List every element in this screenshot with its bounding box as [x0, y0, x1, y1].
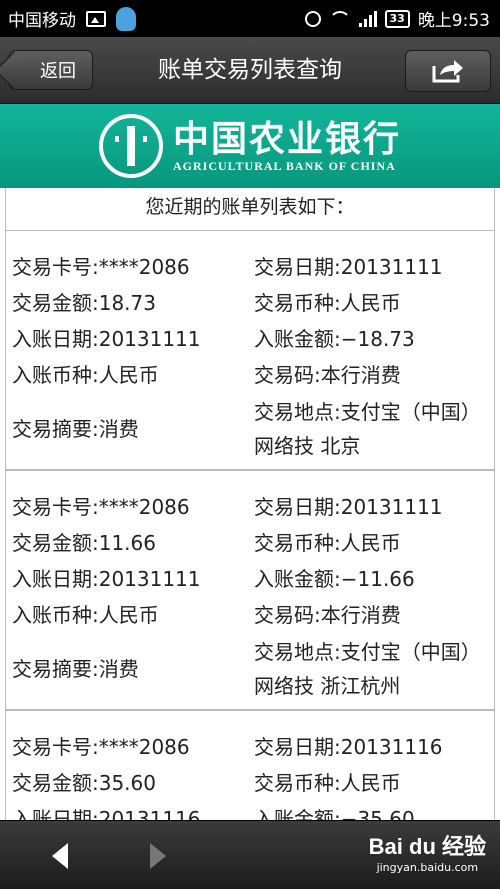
share-icon [432, 60, 463, 83]
watermark-brand: Bai du 经验 [368, 834, 486, 859]
watermark-url: jingyan.baidu.com [376, 861, 479, 874]
bill-record: 交易卡号:****2086 交易日期:20131111 交易金额:18.73 交… [5, 230, 495, 470]
qq-icon [116, 6, 136, 31]
card-number: 交易卡号:****2086 [12, 255, 190, 279]
transaction-amount: 交易金额:18.73 [12, 291, 156, 315]
card-number: 交易卡号:****2086 [12, 495, 190, 519]
bank-name: 中国农业银行 AGRICULTURAL BANK OF CHINA [173, 119, 401, 174]
transaction-date: 交易日期:20131116 [254, 735, 443, 759]
transaction-amount: 交易金额:35.60 [12, 771, 156, 795]
alarm-icon [304, 10, 321, 27]
transaction-currency: 交易币种:人民币 [254, 531, 401, 555]
transaction-code: 交易码:本行消费 [254, 363, 401, 387]
title-bar: 返回 账单交易列表查询 [0, 37, 500, 104]
transaction-date: 交易日期:20131111 [254, 495, 443, 519]
transaction-summary: 交易摘要:消费 [12, 417, 139, 441]
posting-amount: 入账金额:−35.60 [254, 807, 415, 820]
bank-banner: 中国农业银行 AGRICULTURAL BANK OF CHINA [0, 104, 500, 188]
page-title: 账单交易列表查询 [158, 57, 342, 83]
transaction-location: 交易地点:支付宝（中国）网络技 北京 [254, 400, 481, 458]
nav-back-icon[interactable] [52, 843, 68, 869]
status-bar: 中国移动 33 晚上9:53 [0, 0, 500, 37]
card-number: 交易卡号:****2086 [12, 735, 190, 759]
posting-currency: 入账币种:人民币 [12, 363, 159, 387]
transaction-currency: 交易币种:人民币 [254, 771, 401, 795]
baidu-jingyan-watermark: Bai du 经验 jingyan.baidu.com [369, 829, 486, 874]
signal-icon [358, 10, 377, 27]
transaction-code: 交易码:本行消费 [254, 603, 401, 627]
nav-forward-icon[interactable] [150, 843, 166, 869]
bill-record: 交易卡号:****2086 交易日期:20131111 交易金额:11.66 交… [5, 470, 495, 710]
bank-name-cn: 中国农业银行 [172, 117, 401, 160]
carrier-name: 中国移动 [8, 11, 76, 31]
list-intro: 您近期的账单列表如下： [5, 188, 495, 231]
share-button[interactable] [405, 50, 491, 92]
bottom-nav-bar: Bai du 经验 jingyan.baidu.com [0, 820, 500, 889]
transaction-amount: 交易金额:11.66 [12, 531, 156, 555]
posting-date: 入账日期:20131111 [12, 327, 201, 351]
bank-name-en: AGRICULTURAL BANK OF CHINA [172, 158, 396, 173]
transaction-date: 交易日期:20131111 [254, 255, 443, 279]
clock: 晚上9:53 [417, 11, 490, 31]
posting-currency: 入账币种:人民币 [12, 603, 159, 627]
battery-icon: 33 [384, 9, 410, 28]
bill-list[interactable]: 您近期的账单列表如下： 交易卡号:****2086 交易日期:20131111 … [0, 188, 500, 820]
picture-icon [86, 10, 106, 27]
back-button-label: 返回 [40, 61, 76, 82]
posting-amount: 入账金额:−11.66 [254, 567, 415, 591]
transaction-summary: 交易摘要:消费 [12, 657, 139, 681]
bank-logo-icon [98, 114, 163, 178]
transaction-currency: 交易币种:人民币 [254, 291, 401, 315]
posting-amount: 入账金额:−18.73 [254, 327, 415, 351]
wifi-icon [328, 10, 351, 27]
posting-date: 入账日期:20131116 [12, 807, 201, 820]
transaction-location: 交易地点:支付宝（中国）网络技 浙江杭州 [254, 640, 481, 698]
posting-date: 入账日期:20131111 [12, 567, 201, 591]
bill-record: 交易卡号:****2086 交易日期:20131116 交易金额:35.60 交… [5, 710, 495, 820]
back-button[interactable]: 返回 [9, 50, 93, 90]
